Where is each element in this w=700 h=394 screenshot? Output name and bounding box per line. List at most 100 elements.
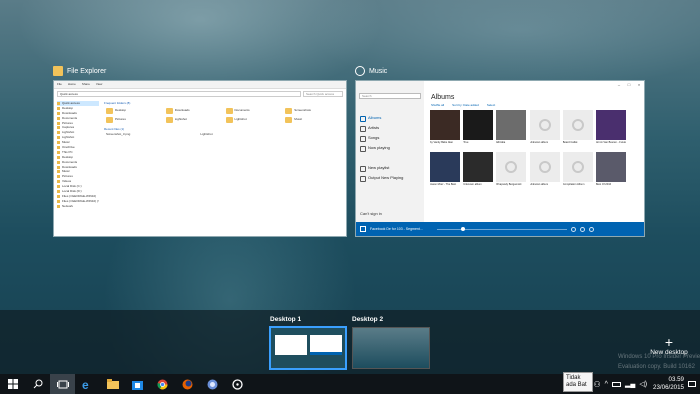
start-button[interactable] [0,374,25,394]
album-placeholder-icon [505,161,518,173]
system-tray: ⚇ ^ ▂▄ ◁) 03.59 23/06/2015 [594,374,700,394]
recent-file-name: Screenshot_3.png [106,132,131,136]
folder-tile: Lightshot [225,117,282,123]
folder-name: Music [294,117,303,121]
plus-icon: + [664,334,674,350]
search-button[interactable] [25,374,50,394]
file-explorer-thumbnail[interactable]: File Home Share View Quick access Search… [53,80,347,237]
sign-in-link: Can't sign in [360,211,382,216]
folder-name: Lightshot [234,117,247,121]
ribbon: File Home Share View [54,81,346,89]
person-icon[interactable]: ⚇ [594,380,601,389]
recent-files-header: Recent files (1) [104,127,125,131]
progress-track [436,226,567,231]
album-title: Compilation Album [562,183,585,186]
folder-icon [53,66,63,76]
build-watermark: Windows 10 Pro Insider Preview Evaluatio… [618,352,700,372]
album-title: True [463,141,469,144]
globe-app-icon [207,379,218,389]
file-explorer-taskbar-button[interactable] [100,374,125,394]
task-view-icon [56,380,69,388]
search-icon [33,379,42,389]
play-icon [579,226,585,232]
music-taskbar-button[interactable] [225,374,250,394]
album-title: Board Catfat [562,141,578,144]
now-playing-bar: Facebook De for 103 - Segment... [356,222,644,236]
desktop-1-window-preview-2 [310,335,342,355]
album-art [430,110,460,140]
clock-date: 23/06/2015 [653,384,684,391]
folder-icon [165,108,173,114]
firefox-button[interactable] [175,374,200,394]
music-search: Search [359,93,421,99]
address-bar: Quick access [57,91,301,97]
previous-icon [570,226,576,232]
ribbon-tab-view: View [95,82,103,86]
edge-button[interactable]: e [75,374,100,394]
music-title-text: Music [369,67,388,75]
shuffle-all: Shuffle all [431,103,445,107]
folder-name: Downloads [174,108,190,112]
virtual-desktops-band [0,310,700,374]
sort-by: Sort by: Date added [452,103,479,107]
folder-tile: Screenshots [285,108,341,114]
folder-name: Documents [234,108,250,112]
album-tile: Board Catfat [562,110,593,144]
folder-tile: Downloads [165,108,222,114]
task-view-button[interactable] [50,374,75,394]
folder-name: Desktop [115,108,127,112]
music-sidebar: Search Albums Artists Songs Now playing … [356,81,424,222]
album-tile: Ellinikia [496,110,527,144]
music-thumbnail[interactable]: Music – □ × Search Albums Artists Songs … [355,80,645,237]
store-button[interactable] [125,374,150,394]
albums-options: Shuffle all Sort by: Date added Select [431,103,642,107]
address-row: Quick access Search Quick access [57,91,343,97]
app-button[interactable] [200,374,225,394]
music-window-title[interactable]: Music [355,66,387,76]
folder-icon [106,379,119,389]
music-disc-icon [355,66,365,76]
music-nav: Albums Artists Songs Now playing New pla… [356,103,424,183]
music-disc-icon [232,378,243,390]
chrome-button[interactable] [150,374,175,394]
album-art [463,110,494,140]
album-art [430,152,460,182]
action-center-icon[interactable] [688,381,696,387]
folder-icon [225,117,233,123]
file-explorer-window-title[interactable]: File Explorer [53,66,106,76]
clock[interactable]: 03.59 23/06/2015 [653,376,684,392]
desktop-1-thumbnail[interactable] [269,326,347,370]
album-art [529,152,560,182]
music-main: Albums Shuffle all Sort by: Date added S… [430,81,642,222]
folder-icon [106,108,113,114]
nav-new-playlist: New playlist [356,163,424,173]
album-art [463,152,494,182]
album-thumb-icon [360,226,366,232]
album-placeholder-icon [538,161,551,173]
album-tile: Compilation Album [562,152,593,186]
album-art [562,110,593,140]
volume-icon[interactable]: ◁) [639,380,647,388]
ribbon-tab-file: File [57,82,62,86]
ribbon-tab-home: Home [67,82,76,86]
content-pane: Frequent folders (8) Desktop Downloads D… [104,101,343,233]
nav-albums: Albums [356,113,424,123]
album-art [595,110,626,140]
battery-icon[interactable] [611,381,621,387]
folder-tile: Music [285,117,341,123]
select: Select [486,103,496,107]
network-icon[interactable]: ▂▄ [625,380,635,388]
next-icon [588,226,594,232]
nav-now-playing: Now playing [356,143,424,153]
folder-grid: Desktop Downloads Documents Screenshots … [104,106,343,127]
album-tile: True [463,110,494,144]
folder-tile: Documents [225,108,282,114]
album-tile: Best Of 2016 [595,152,626,186]
desktop-1-label: Desktop 1 [270,316,302,323]
album-title: Rhapsody Bergamotti [496,183,522,186]
chevron-up-icon[interactable]: ^ [605,381,608,388]
album-placeholder-icon [571,119,584,131]
album-art [496,152,527,182]
desktop-2-thumbnail[interactable] [352,327,430,369]
